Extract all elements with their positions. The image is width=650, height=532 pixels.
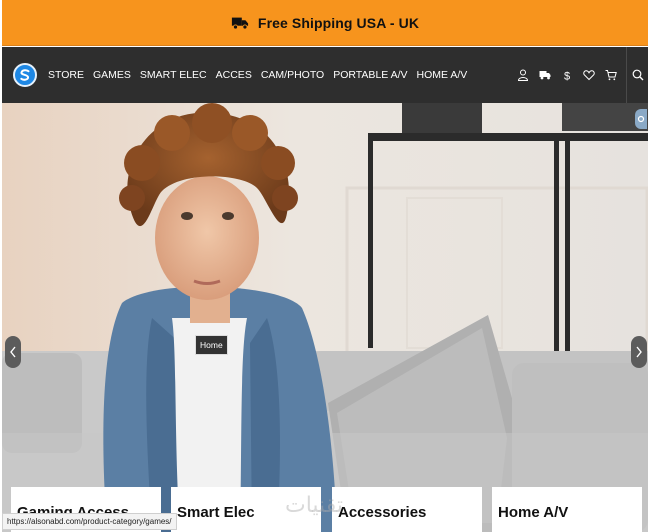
main-navbar: STORE GAMES SMART ELEC ACCES CAM/PHOTO P… <box>2 47 648 103</box>
nav-icons: $ <box>512 47 648 103</box>
search-icon <box>632 69 643 81</box>
home-badge[interactable]: Home <box>195 335 228 355</box>
brand-logo[interactable] <box>13 63 37 87</box>
heart-icon[interactable] <box>578 64 600 86</box>
chevron-right-icon <box>636 346 642 358</box>
search-button[interactable] <box>626 47 648 103</box>
status-bar-url: https://alsonabd.com/product-category/ga… <box>2 513 177 530</box>
settings-tab[interactable] <box>635 109 647 129</box>
hero-slider: Home <box>2 103 648 532</box>
dollar-icon[interactable]: $ <box>556 64 578 86</box>
cart-icon[interactable] <box>600 64 622 86</box>
nav-links: STORE GAMES SMART ELEC ACCES CAM/PHOTO P… <box>48 69 476 81</box>
nav-item-store[interactable]: STORE <box>48 69 84 81</box>
nav-item-acces[interactable]: ACCES <box>216 69 252 81</box>
nav-item-portable-av[interactable]: PORTABLE A/V <box>333 69 407 81</box>
logo-mark-icon <box>20 69 30 81</box>
category-card-home-av[interactable]: Home A/V <box>492 487 642 532</box>
gear-icon <box>637 115 645 123</box>
watermark-logo: تقنيات <box>285 493 343 518</box>
delivery-truck-icon[interactable] <box>534 64 556 86</box>
user-icon[interactable] <box>512 64 534 86</box>
svg-text:$: $ <box>564 71 570 82</box>
free-shipping-text: Free Shipping USA - UK <box>257 14 420 31</box>
announcement-bar: Free Shipping USA - UK <box>2 0 648 46</box>
nav-item-home-av[interactable]: HOME A/V <box>417 69 468 81</box>
chevron-left-icon <box>10 346 16 358</box>
nav-item-cam-photo[interactable]: CAM/PHOTO <box>261 69 324 81</box>
category-card-accessories[interactable]: Accessories <box>332 487 482 532</box>
nav-item-games[interactable]: GAMES <box>93 69 131 81</box>
truck-icon <box>231 17 249 30</box>
slider-prev-button[interactable] <box>5 336 21 368</box>
slider-next-button[interactable] <box>631 336 647 368</box>
nav-item-smart-elec[interactable]: SMART ELEC <box>140 69 207 81</box>
hero-image <box>2 103 648 532</box>
